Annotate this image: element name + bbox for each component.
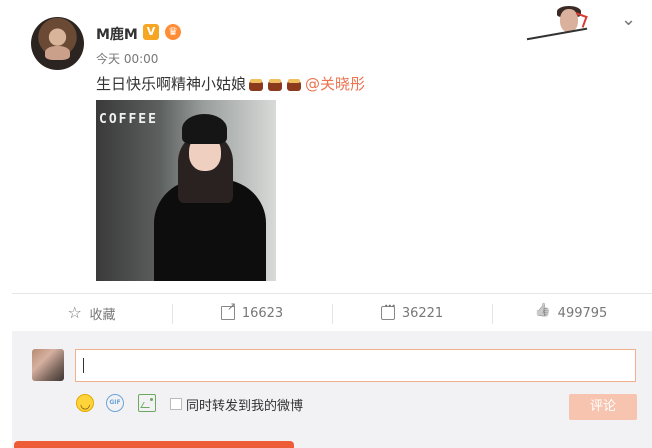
cake-icon — [266, 76, 284, 92]
forward-checkbox[interactable] — [170, 398, 182, 410]
cake-icon — [247, 76, 265, 92]
thumbs-up-icon — [537, 306, 551, 320]
like-count: 499795 — [557, 305, 608, 321]
repost-icon — [220, 300, 236, 320]
post-action-bar: 收藏 16623 36221 499795 — [12, 293, 652, 331]
comment-count: 36221 — [401, 305, 444, 321]
favorite-button[interactable]: 收藏 — [12, 294, 172, 332]
current-user-avatar[interactable] — [32, 349, 64, 381]
forward-checkbox-label[interactable]: 同时转发到我的微博 — [186, 395, 303, 414]
text-cursor — [83, 358, 84, 373]
repost-button[interactable]: 16623 — [172, 294, 332, 332]
post-content: 生日快乐啊精神小姑娘 @关晓彤 — [96, 73, 365, 94]
author-avatar[interactable] — [31, 17, 84, 70]
favorite-label: 收藏 — [89, 307, 116, 323]
chevron-down-icon[interactable]: ⌄ — [621, 11, 637, 29]
mention-link[interactable]: @关晓彤 — [305, 73, 365, 94]
submit-comment-button[interactable]: 评论 — [569, 394, 637, 420]
comment-input[interactable] — [75, 349, 636, 382]
verified-badge[interactable]: V — [143, 24, 159, 40]
post-photo[interactable]: COFFEE — [96, 100, 276, 281]
gif-icon[interactable]: GIF — [106, 394, 124, 412]
member-badge[interactable]: ♛ — [165, 24, 181, 40]
comment-composer: GIF 同时转发到我的微博 评论 — [12, 331, 652, 448]
bottom-red-tab — [14, 441, 294, 448]
post-timestamp[interactable]: 今天 00:00 — [96, 50, 158, 67]
author-signature-graphic — [522, 6, 592, 42]
weibo-post: M鹿M V ♛ 今天 00:00 生日快乐啊精神小姑娘 @关晓彤 COFFEE … — [0, 0, 652, 290]
emoji-icon[interactable] — [76, 394, 94, 412]
cake-icon — [285, 76, 303, 92]
photo-person-hat — [182, 114, 227, 144]
comment-icon — [380, 302, 395, 320]
photo-sign-text: COFFEE — [99, 112, 158, 127]
image-icon[interactable] — [138, 394, 156, 412]
comment-button[interactable]: 36221 — [332, 294, 492, 332]
repost-count: 16623 — [241, 305, 284, 321]
author-name[interactable]: M鹿M — [96, 24, 138, 44]
like-button[interactable]: 499795 — [492, 294, 652, 332]
star-icon — [67, 303, 82, 322]
post-message: 生日快乐啊精神小姑娘 — [96, 75, 247, 93]
